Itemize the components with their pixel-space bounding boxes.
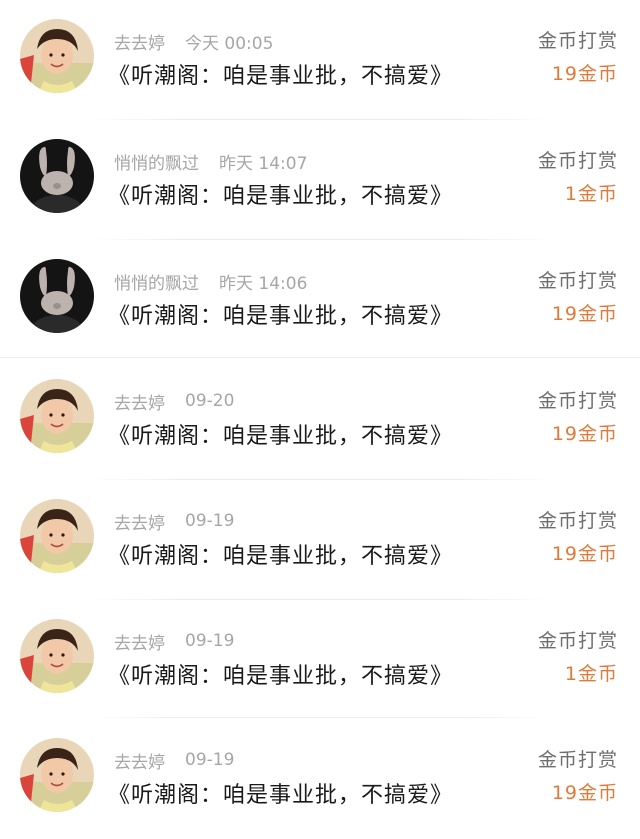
reward-type: 金币打赏 <box>537 270 618 292</box>
book-title[interactable]: 《听潮阁：咱是事业批，不搞爱》 <box>108 418 453 450</box>
divider <box>90 717 550 718</box>
timestamp: 昨天 14:07 <box>219 153 308 174</box>
boy-photo-icon <box>20 19 94 93</box>
boy-photo-icon <box>20 379 94 453</box>
record-meta: 去去婷 09-19 <box>114 747 234 773</box>
username[interactable]: 去去婷 <box>114 748 165 773</box>
reward-record-row[interactable]: 去去婷 09-19 《听潮阁：咱是事业批，不搞爱》 金币打赏 19金币 <box>0 480 640 600</box>
username[interactable]: 去去婷 <box>114 29 165 54</box>
timestamp: 09-19 <box>185 750 235 770</box>
reward-amount: 19金币 <box>551 423 618 445</box>
book-title[interactable]: 《听潮阁：咱是事业批，不搞爱》 <box>108 658 453 690</box>
bunny-icon <box>20 259 94 333</box>
book-title[interactable]: 《听潮阁：咱是事业批，不搞爱》 <box>108 178 453 210</box>
reward-type: 金币打赏 <box>537 390 618 412</box>
book-title[interactable]: 《听潮阁：咱是事业批，不搞爱》 <box>108 58 453 90</box>
boy-photo-icon <box>20 738 94 812</box>
boy-photo-icon <box>20 619 94 693</box>
reward-type: 金币打赏 <box>537 150 618 172</box>
boy-photo-avatar[interactable] <box>20 499 94 573</box>
reward-record-row[interactable]: 去去婷 09-19 《听潮阁：咱是事业批，不搞爱》 金币打赏 19金币 <box>0 719 640 839</box>
reward-amount: 1金币 <box>564 663 618 685</box>
reward-type: 金币打赏 <box>537 630 618 652</box>
bunny-avatar[interactable] <box>20 139 94 213</box>
bunny-avatar[interactable] <box>20 259 94 333</box>
reward-record-row[interactable]: 去去婷 09-20 《听潮阁：咱是事业批，不搞爱》 金币打赏 19金币 <box>0 360 640 480</box>
record-meta: 悄悄的飘过 昨天 14:06 <box>114 268 307 294</box>
timestamp: 今天 00:05 <box>185 33 274 54</box>
reward-amount: 19金币 <box>551 63 618 85</box>
reward-amount: 1金币 <box>564 183 618 205</box>
record-meta: 去去婷 今天 00:05 <box>114 28 273 54</box>
username[interactable]: 悄悄的飘过 <box>114 269 199 294</box>
record-meta: 悄悄的飘过 昨天 14:07 <box>114 148 307 174</box>
divider <box>0 357 640 358</box>
username[interactable]: 去去婷 <box>114 389 165 414</box>
reward-type: 金币打赏 <box>537 30 618 52</box>
reward-record-row[interactable]: 悄悄的飘过 昨天 14:07 《听潮阁：咱是事业批，不搞爱》 金币打赏 1金币 <box>0 120 640 240</box>
reward-amount: 19金币 <box>551 782 618 804</box>
record-meta: 去去婷 09-19 <box>114 628 234 654</box>
reward-amount: 19金币 <box>551 303 618 325</box>
timestamp: 昨天 14:06 <box>219 273 308 294</box>
reward-amount: 19金币 <box>551 543 618 565</box>
timestamp: 09-19 <box>185 631 235 651</box>
reward-record-row[interactable]: 去去婷 09-19 《听潮阁：咱是事业批，不搞爱》 金币打赏 1金币 <box>0 600 640 720</box>
reward-record-row[interactable]: 去去婷 今天 00:05 《听潮阁：咱是事业批，不搞爱》 金币打赏 19金币 <box>0 0 640 120</box>
book-title[interactable]: 《听潮阁：咱是事业批，不搞爱》 <box>108 538 453 570</box>
reward-record-list: 去去婷 今天 00:05 《听潮阁：咱是事业批，不搞爱》 金币打赏 19金币 悄… <box>0 0 640 839</box>
reward-type: 金币打赏 <box>537 749 618 771</box>
book-title[interactable]: 《听潮阁：咱是事业批，不搞爱》 <box>108 298 453 330</box>
reward-record-row[interactable]: 悄悄的飘过 昨天 14:06 《听潮阁：咱是事业批，不搞爱》 金币打赏 19金币 <box>0 240 640 360</box>
username[interactable]: 悄悄的飘过 <box>114 149 199 174</box>
reward-type: 金币打赏 <box>537 510 618 532</box>
boy-photo-avatar[interactable] <box>20 379 94 453</box>
boy-photo-icon <box>20 499 94 573</box>
bunny-icon <box>20 139 94 213</box>
username[interactable]: 去去婷 <box>114 629 165 654</box>
boy-photo-avatar[interactable] <box>20 619 94 693</box>
username[interactable]: 去去婷 <box>114 509 165 534</box>
book-title[interactable]: 《听潮阁：咱是事业批，不搞爱》 <box>108 777 453 809</box>
boy-photo-avatar[interactable] <box>20 738 94 812</box>
record-meta: 去去婷 09-19 <box>114 508 234 534</box>
boy-photo-avatar[interactable] <box>20 19 94 93</box>
timestamp: 09-19 <box>185 511 235 531</box>
record-meta: 去去婷 09-20 <box>114 388 234 414</box>
timestamp: 09-20 <box>185 391 235 411</box>
